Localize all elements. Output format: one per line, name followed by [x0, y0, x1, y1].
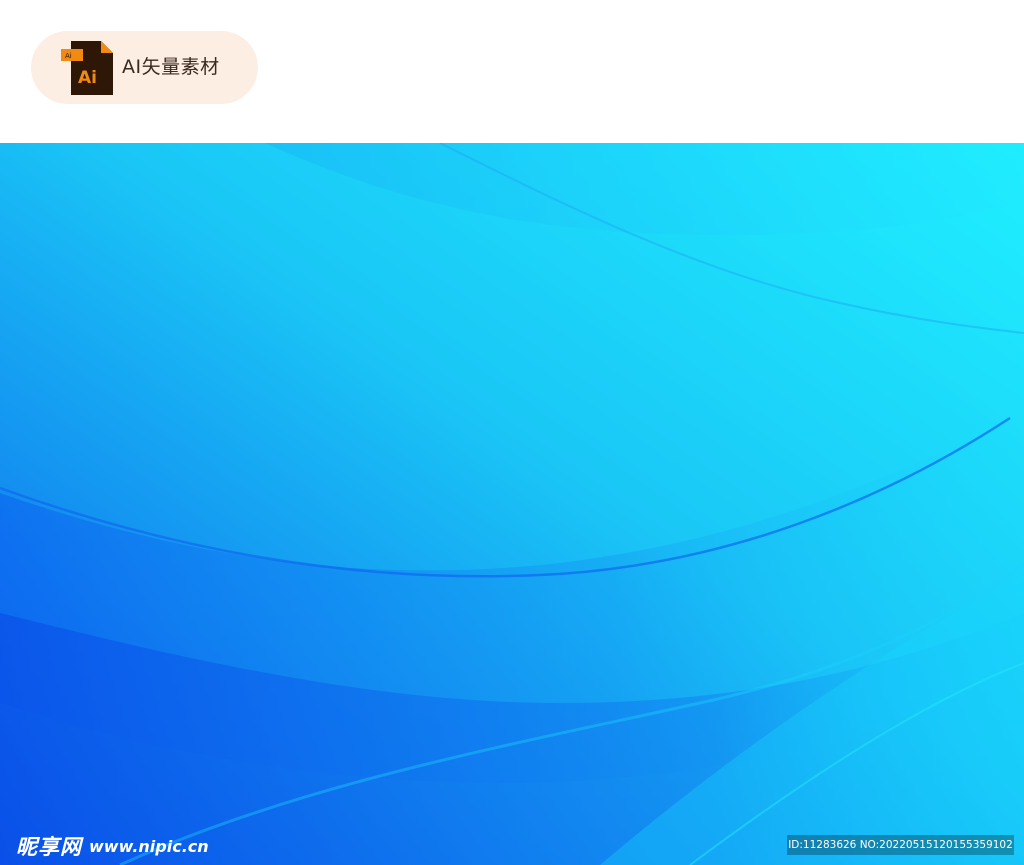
icon-small-label: Ai	[65, 52, 72, 60]
header: Ai Ai AI矢量素材	[0, 0, 1024, 143]
wave-artwork	[0, 143, 1024, 865]
adobe-illustrator-file-icon: Ai Ai	[61, 41, 113, 95]
file-type-badge: Ai Ai AI矢量素材	[31, 31, 258, 104]
watermark-site-name: 昵享网	[16, 835, 82, 859]
watermark-site-url: www.nipic.cn	[89, 836, 209, 856]
badge-label: AI矢量素材	[122, 56, 220, 78]
page: Ai Ai AI矢量素材 昵享网 www.nipic.cn ID:1128362…	[0, 0, 1024, 865]
icon-large-label: Ai	[78, 68, 97, 88]
image-id-badge: ID:11283626 NO:20220515120155359102	[787, 835, 1014, 855]
nipic-watermark-logo: 昵享网 www.nipic.cn	[16, 833, 209, 859]
blue-wave-background	[0, 143, 1024, 865]
